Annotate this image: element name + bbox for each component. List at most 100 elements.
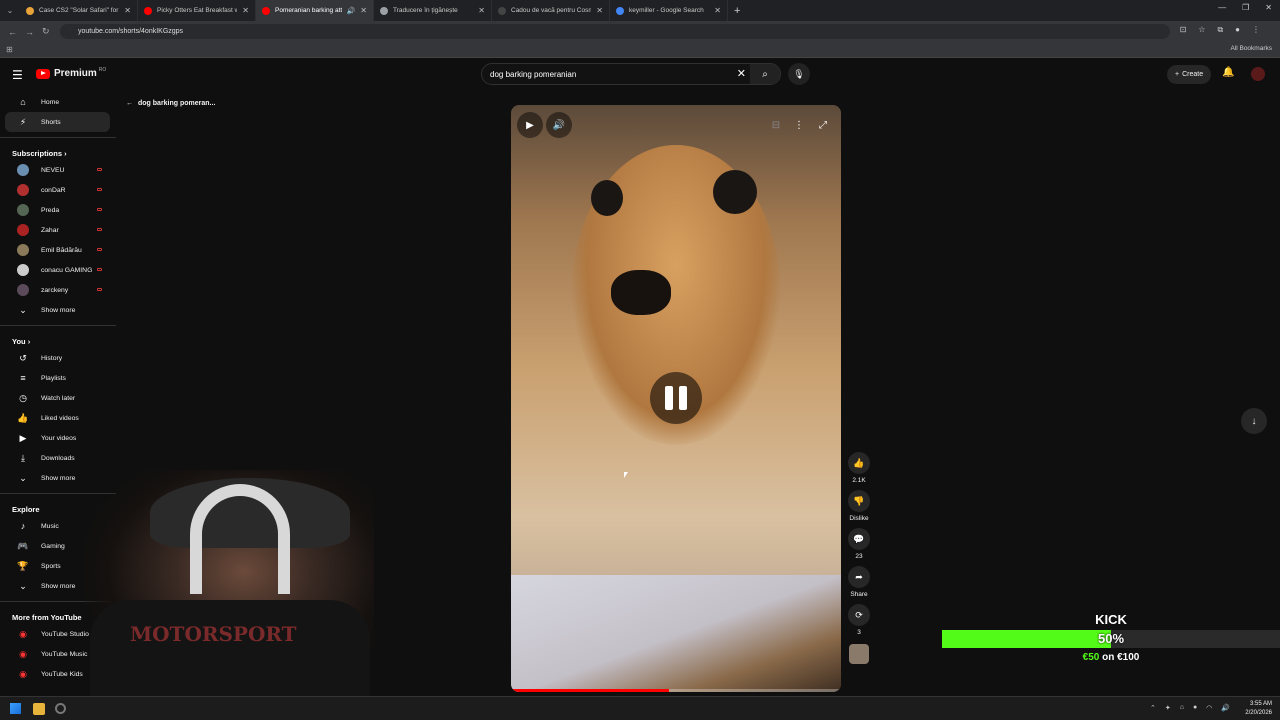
- back-icon[interactable]: ←: [8, 27, 17, 37]
- video-progress-bar[interactable]: [511, 689, 841, 692]
- clear-search-icon[interactable]: ✕: [737, 67, 746, 80]
- wifi-icon[interactable]: ◠: [1206, 704, 1212, 712]
- forward-icon[interactable]: →: [25, 27, 34, 37]
- fullscreen-icon: ⤢: [819, 119, 827, 131]
- sidebar-item[interactable]: NEVEU: [5, 160, 110, 180]
- live-icon: [97, 248, 102, 251]
- share-button[interactable]: ➦: [848, 566, 870, 588]
- extensions-icon[interactable]: ⧉: [1217, 25, 1223, 35]
- tab-title: keymiller - Google Search: [629, 7, 704, 14]
- sidebar-item[interactable]: zarckeny: [5, 280, 110, 300]
- close-window-icon[interactable]: ✕: [1265, 3, 1272, 12]
- channel-avatar: [17, 284, 29, 296]
- sidebar-item-label: Sports: [41, 562, 61, 570]
- browser-tab[interactable]: Case CS2 "Solar Safari" for 6.99 ✕: [20, 0, 138, 21]
- sidebar-item[interactable]: Emil Bădărău: [5, 240, 110, 260]
- sidebar-item[interactable]: ◷ Watch later: [5, 388, 110, 408]
- menu-icon[interactable]: ⋮: [1252, 25, 1260, 35]
- avatar[interactable]: [1251, 67, 1265, 81]
- volume-button[interactable]: 🔊: [546, 112, 572, 138]
- tray-chevron-icon[interactable]: ⌃: [1150, 704, 1156, 712]
- network-icon[interactable]: ⌂: [1180, 704, 1184, 712]
- back-to-search[interactable]: ← dog barking pomeran...: [126, 100, 215, 107]
- sidebar-item[interactable]: Preda: [5, 200, 110, 220]
- sidebar-item[interactable]: conacu GAMING: [5, 260, 110, 280]
- tab-favicon-icon: [144, 6, 152, 15]
- shorts-video-player[interactable]: ▶ 🔊 ⊟ ⋮ ⤢: [511, 105, 841, 692]
- comments-button[interactable]: 💬: [848, 528, 870, 550]
- streamer-headset: [190, 484, 290, 594]
- shorts-actions: 👍 2.1K 👎 Dislike 💬 23 ➦ Share ⟳ 3: [847, 452, 871, 670]
- tab-close-icon[interactable]: ✕: [714, 6, 721, 15]
- reload-icon[interactable]: ↻: [42, 26, 50, 37]
- tab-close-icon[interactable]: ✕: [242, 6, 249, 15]
- pause-overlay-icon[interactable]: [650, 372, 702, 424]
- tab-close-icon[interactable]: ✕: [124, 6, 131, 15]
- remix-button[interactable]: ⟳: [848, 604, 870, 626]
- shirt-text: MOTORSPORT: [130, 622, 297, 646]
- windows-start-icon[interactable]: [10, 703, 21, 714]
- apps-icon[interactable]: ⊞: [6, 45, 13, 54]
- tab-close-icon[interactable]: ✕: [360, 6, 367, 15]
- sidebar-item[interactable]: Zahar: [5, 220, 110, 240]
- sidebar-item[interactable]: 👍 Liked videos: [5, 408, 110, 428]
- fullscreen-button[interactable]: ⤢: [810, 112, 836, 138]
- minimize-icon[interactable]: —: [1218, 3, 1226, 12]
- mic-tray-icon[interactable]: ●: [1193, 704, 1197, 712]
- divider: [0, 137, 116, 138]
- section-title: Explore: [12, 505, 40, 514]
- sidebar-item[interactable]: conDaR: [5, 180, 110, 200]
- browser-tab[interactable]: Traducere în țigănește ✕: [374, 0, 492, 21]
- url-field[interactable]: youtube.com/shorts/4onkIKGzgps: [60, 24, 1170, 39]
- search-button[interactable]: ⌕: [750, 64, 780, 84]
- volume-tray-icon[interactable]: 🔊: [1221, 704, 1230, 712]
- tab-title: Case CS2 "Solar Safari" for 6.99: [39, 7, 119, 14]
- bookmark-star-icon[interactable]: ☆: [1198, 25, 1205, 35]
- sidebar-item[interactable]: ⤓ Downloads: [5, 448, 110, 468]
- sidebar-item-label: Watch later: [41, 394, 76, 402]
- browser-tab[interactable]: Cadou de vacă pentru Cosmin ✕: [492, 0, 610, 21]
- sidebar-item[interactable]: ⌂ Home: [5, 92, 110, 112]
- youtube-logo[interactable]: Premium RO: [36, 67, 106, 79]
- browser-tab[interactable]: Picky Otters Eat Breakfast with ✕: [138, 0, 256, 21]
- play-button[interactable]: ▶: [517, 112, 543, 138]
- like-button[interactable]: 👍: [848, 452, 870, 474]
- restore-icon[interactable]: ❐: [1242, 3, 1249, 12]
- file-explorer-icon[interactable]: [33, 703, 45, 715]
- you-heading[interactable]: You ›: [0, 331, 116, 348]
- dislike-button[interactable]: 👎: [848, 490, 870, 512]
- notifications-icon[interactable]: 🔔: [1222, 67, 1234, 78]
- profile-icon[interactable]: ●: [1235, 25, 1240, 35]
- hamburger-menu-icon[interactable]: ☰: [12, 68, 23, 82]
- install-icon[interactable]: ⊡: [1180, 25, 1187, 35]
- sidebar-item-label: conDaR: [41, 186, 66, 194]
- browser-tab[interactable]: keymiller - Google Search ✕: [610, 0, 728, 21]
- sidebar-item[interactable]: ≡ Playlists: [5, 368, 110, 388]
- sidebar-item[interactable]: ▶ Your videos: [5, 428, 110, 448]
- subscriptions-heading[interactable]: Subscriptions ›: [0, 143, 116, 160]
- obs-icon[interactable]: [55, 703, 66, 714]
- bluetooth-icon[interactable]: ✦: [1165, 704, 1171, 712]
- tab-audio-icon[interactable]: 🔊: [347, 7, 356, 15]
- browser-tab[interactable]: Pomeranian barking attack 🔊 ✕: [256, 0, 374, 21]
- more-options-button[interactable]: ⋮: [786, 112, 812, 138]
- tab-close-icon[interactable]: ✕: [596, 6, 603, 15]
- sidebar-item-label: Show more: [41, 582, 76, 590]
- new-tab-button[interactable]: +: [734, 5, 740, 17]
- tab-favicon-icon: [380, 6, 388, 15]
- donation-goal-widget: KICK 50% €50 on €100: [942, 612, 1280, 672]
- voice-search-button[interactable]: 🎙: [788, 63, 810, 85]
- search-input[interactable]: dog barking pomeranian ✕ ⌕: [481, 63, 781, 85]
- sidebar-item[interactable]: ⌄ Show more: [5, 300, 110, 320]
- next-video-button[interactable]: ↓: [1241, 408, 1267, 434]
- logo-text: Premium: [54, 68, 97, 79]
- live-icon: [97, 228, 102, 231]
- sidebar-item[interactable]: ⚡ Shorts: [5, 112, 110, 132]
- sidebar-item[interactable]: ↺ History: [5, 348, 110, 368]
- tab-search-icon[interactable]: ⌄: [0, 6, 20, 15]
- tab-close-icon[interactable]: ✕: [478, 6, 485, 15]
- all-bookmarks[interactable]: All Bookmarks: [1230, 45, 1272, 52]
- sound-thumbnail[interactable]: [849, 644, 869, 664]
- create-button[interactable]: + Create: [1167, 65, 1212, 84]
- system-clock[interactable]: 3:55 AM 2/20/2026: [1245, 700, 1272, 718]
